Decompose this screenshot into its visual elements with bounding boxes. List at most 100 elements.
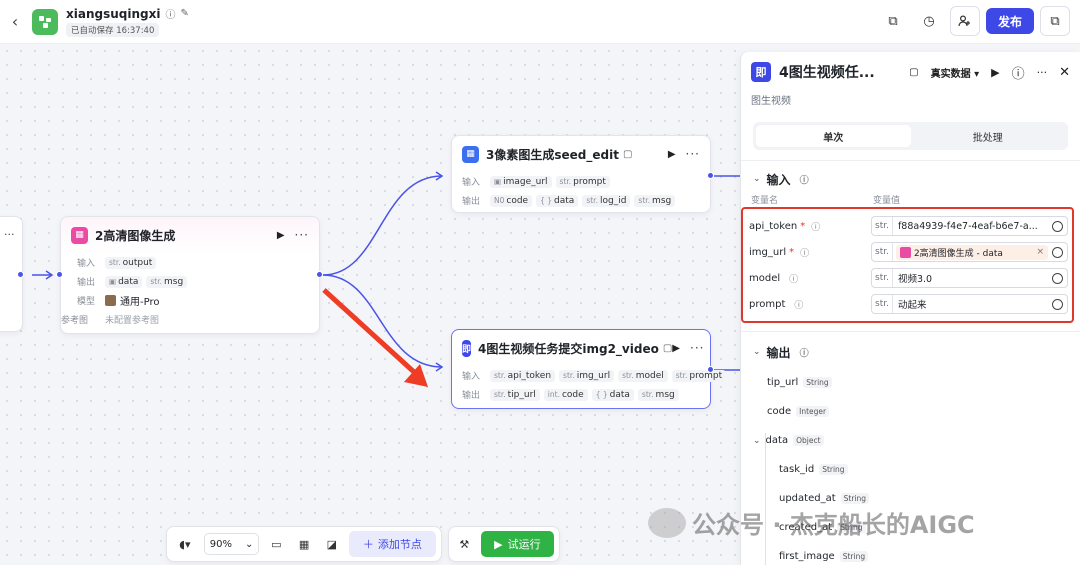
node-img2video[interactable]: 即 4图生视频任务提交img2_video ▢ ▶ ··· 输入 str. api… [451, 329, 727, 409]
api-token-field[interactable]: str. f88a4939-f4e7-4eaf-b6e7-a... [871, 216, 1068, 236]
output-port[interactable] [707, 172, 714, 179]
output-port[interactable] [316, 271, 323, 278]
param-chip: str. api_token [490, 369, 556, 382]
output-item: code Integer [767, 397, 1080, 426]
more-icon[interactable]: ··· [295, 228, 309, 242]
node-title: 3像素图生成seed_edit [486, 147, 619, 162]
highlighted-params: api_token * ⓘ str. f88a4939-f4e7-4eaf-b6e7… [741, 207, 1074, 323]
input-section-header[interactable]: ⌄ 输入 ⓘ [741, 165, 1080, 193]
history-icon[interactable]: ◷ [914, 6, 944, 36]
param-chip: str. model [618, 369, 668, 382]
window-icon[interactable]: ⧉ [1040, 6, 1070, 36]
param-row-img-url: img_url * ⓘ str. 2高清图像生成 - data × [743, 239, 1072, 265]
layout-icon[interactable]: ▦ [293, 533, 315, 555]
more-icon[interactable]: ··· [1037, 66, 1048, 79]
param-chip: str. msg [637, 388, 679, 401]
copy-icon[interactable]: ⧉ [878, 6, 908, 36]
input-label: 输入 [462, 178, 481, 188]
wechat-logo-icon [648, 507, 686, 538]
output-item: task_id String [779, 455, 1080, 484]
run-icon[interactable]: ▶ [277, 230, 285, 241]
minimap-icon[interactable]: ◪ [321, 533, 343, 555]
run-toolbar: ⚒ ▶ 试运行 [448, 526, 560, 562]
save-icon[interactable]: ▢ [909, 67, 918, 78]
column-value-header: 变量值 [873, 196, 901, 206]
info-icon: ⓘ [789, 274, 799, 285]
node-image-upscale[interactable]: ▦ 2高清图像生成 ▶ ··· 输入 str. output 输出 ▣ data s… [60, 216, 320, 334]
image-type-icon: ▣ [494, 177, 502, 186]
info-icon: ⓘ [799, 175, 809, 186]
column-name-header: 变量名 [751, 196, 779, 206]
image-icon: ▦ [462, 145, 479, 163]
param-chip: str. log_id [582, 194, 631, 207]
node-pixel-image[interactable]: ▦ 3像素图生成seed_edit ▢ ▶ ··· 输入 ▣ image_url … [451, 135, 711, 213]
output-label: 输出 [77, 278, 96, 288]
model-value: 通用-Pro [120, 297, 160, 308]
param-chip: str. prompt [555, 175, 610, 188]
output-item[interactable]: ⌄ data Object [753, 426, 1080, 455]
more-icon[interactable]: ··· [686, 147, 700, 161]
output-label: 输出 [462, 197, 481, 207]
add-node-button[interactable]: ＋添加节点 [348, 531, 436, 557]
output-port[interactable] [17, 271, 24, 278]
reference-value: 未配置参考图 [105, 316, 160, 326]
help-icon[interactable]: ⓘ [1012, 63, 1025, 82]
image-icon: ▦ [71, 226, 88, 244]
save-icon: ▢ [622, 148, 633, 160]
param-chip: str. msg [634, 194, 676, 207]
panel-title: 4图生视频任... [779, 65, 875, 81]
mode-tabs: 单次 批处理 [753, 122, 1068, 150]
input-port[interactable] [56, 271, 63, 278]
plus-icon: ＋ [362, 538, 374, 551]
zoom-select[interactable]: 90% ⌄ [203, 533, 260, 555]
play-icon: ▶ [494, 537, 503, 551]
chevron-down-icon: ⌄ [753, 435, 761, 446]
input-label: 输入 [462, 372, 481, 382]
model-field[interactable]: str. 视频3.0 [871, 268, 1068, 288]
tab-single[interactable]: 单次 [756, 125, 911, 147]
publish-button[interactable]: 发布 [986, 8, 1034, 34]
chevron-down-icon: ⌄ [244, 538, 254, 550]
chevron-down-icon: ⌄ [753, 174, 761, 184]
watermark: 公众号 · 杰克船长的AIGC [648, 505, 975, 540]
param-chip: str. tip_url [490, 388, 540, 401]
more-icon[interactable]: ··· [690, 341, 704, 355]
image-icon [899, 246, 911, 258]
variable-ref-icon [1052, 246, 1063, 258]
close-icon[interactable]: ✕ [1059, 65, 1070, 80]
prompt-field[interactable]: str. 动起来 [871, 294, 1068, 314]
mouse-mode-icon[interactable]: ◖▾ [172, 533, 198, 555]
output-item: first_image String [779, 542, 1080, 565]
param-chip: str. img_url [559, 369, 615, 382]
run-icon[interactable]: ▶ [672, 343, 680, 354]
run-icon[interactable]: ▶ [668, 149, 676, 160]
output-section-header[interactable]: ⌄ 输出 ⓘ [741, 338, 1080, 366]
variable-ref-icon [1052, 272, 1063, 284]
test-run-button[interactable]: ▶ 试运行 [480, 531, 554, 557]
info-icon: ⓘ [794, 300, 804, 311]
param-chip: int. code [543, 388, 588, 401]
param-chip: { } data [536, 194, 579, 207]
data-mode-select[interactable]: 真实数据 ▾ [931, 65, 980, 80]
param-chip: str. prompt [671, 369, 727, 382]
comment-icon[interactable]: ▭ [265, 533, 287, 555]
remove-icon[interactable]: × [1036, 247, 1044, 257]
param-row-prompt: prompt ⓘ str. 动起来 [743, 291, 1072, 317]
param-chip: { } data [591, 388, 634, 401]
run-icon[interactable]: ▶ [991, 66, 999, 79]
tab-batch[interactable]: 批处理 [911, 125, 1066, 147]
param-row-model: model ⓘ str. 视频3.0 [743, 265, 1072, 291]
wrench-icon[interactable]: ⚒ [454, 533, 475, 555]
output-label: 输出 [462, 391, 481, 401]
chevron-down-icon: ⌄ [753, 347, 761, 357]
more-icon[interactable]: ··· [4, 228, 15, 241]
info-icon: ⓘ [799, 348, 809, 359]
input-label: 输入 [77, 259, 96, 269]
img-url-field[interactable]: str. 2高清图像生成 - data × [871, 242, 1068, 262]
info-icon: ⓘ [800, 248, 810, 259]
output-item: tip_url String [767, 368, 1080, 397]
collaborators-icon[interactable] [950, 6, 980, 36]
param-chip: N0 code [490, 194, 533, 207]
save-icon: ▢ [662, 342, 673, 354]
output-port[interactable] [707, 366, 714, 373]
